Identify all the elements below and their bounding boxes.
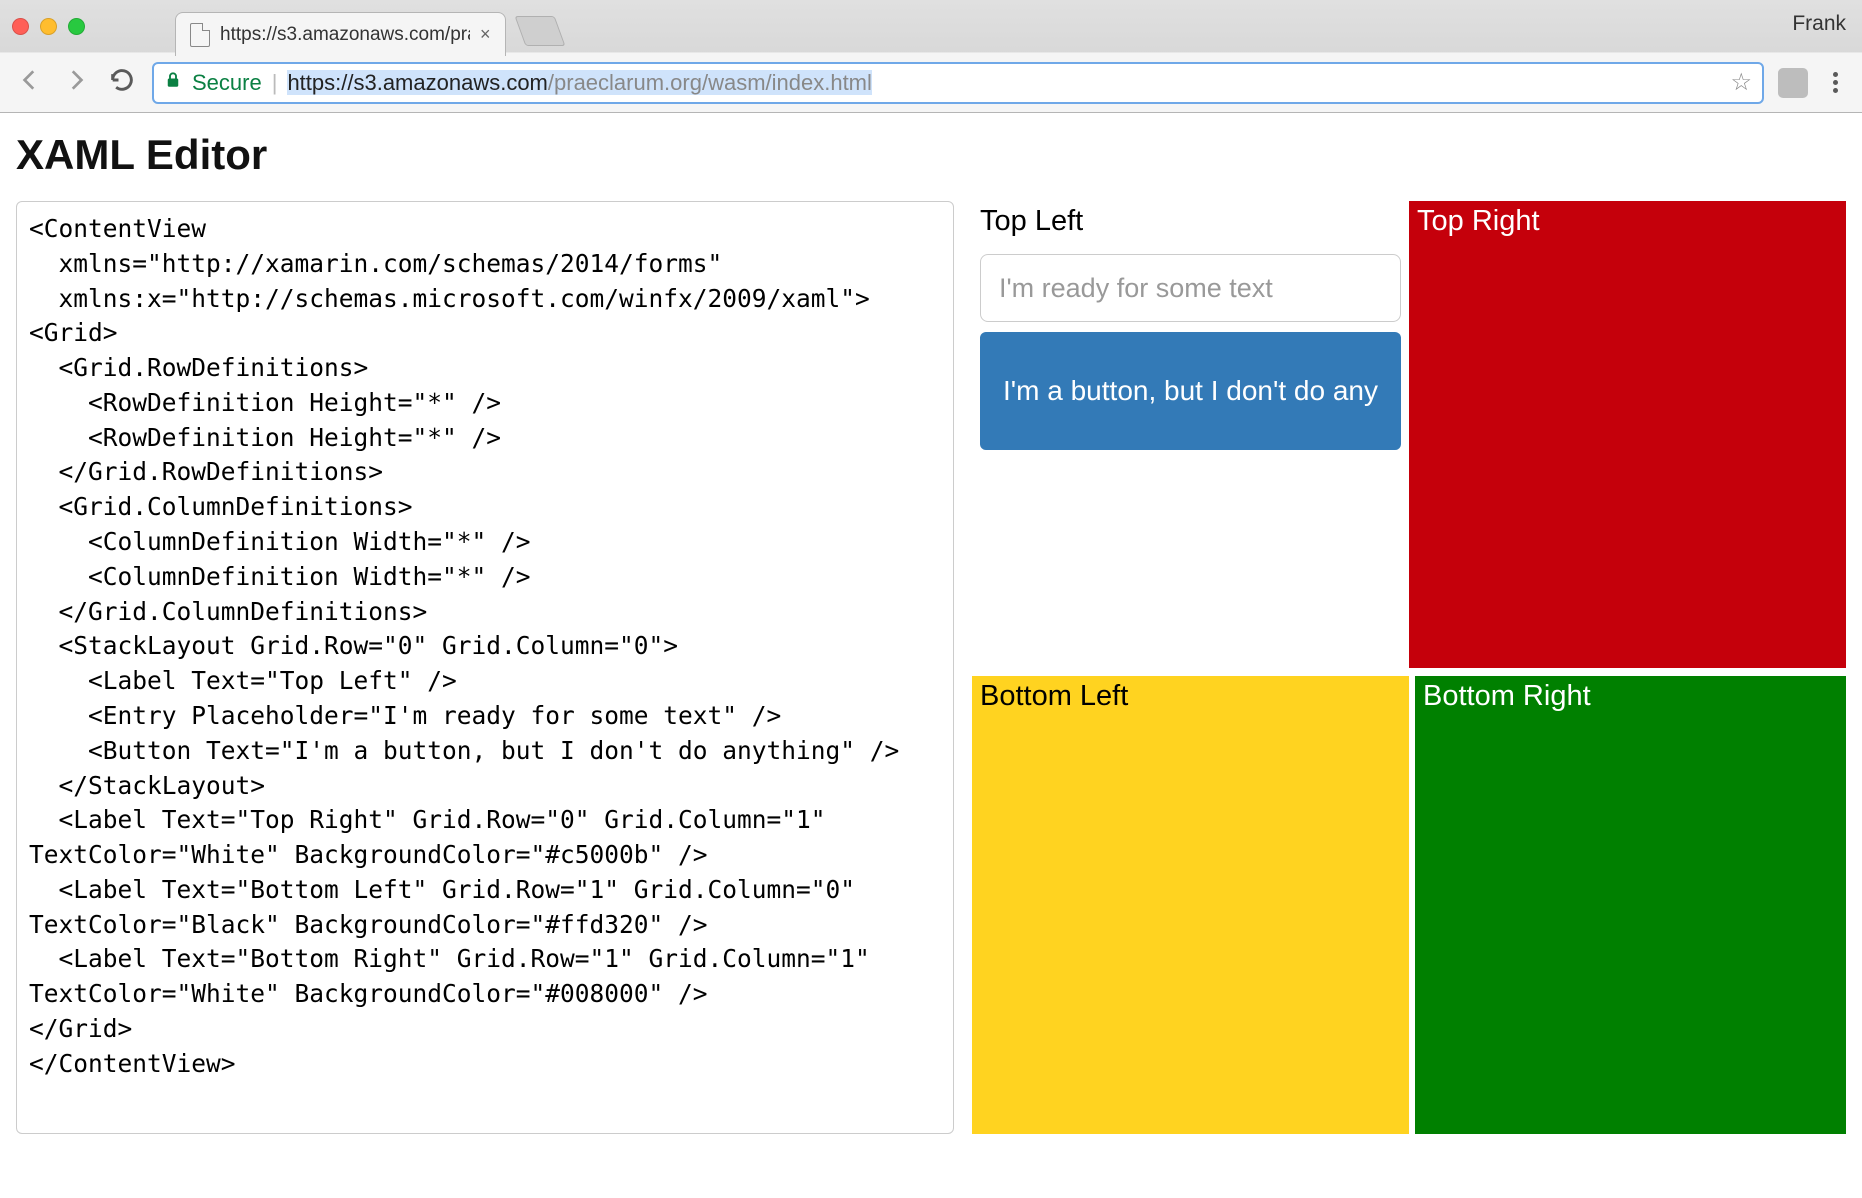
forward-button[interactable] (60, 67, 92, 98)
file-icon (190, 23, 210, 47)
tab-bar: https://s3.amazonaws.com/pra × Frank (0, 0, 1862, 52)
grid-cell-bottom-left: Bottom Left (972, 676, 1409, 1135)
url-path: /praeclarum.org/wasm/index.html (548, 70, 872, 95)
url-text: https://s3.amazonaws.com/praeclarum.org/… (287, 70, 871, 96)
grid-cell-top-left: Top Left I'm a button, but I don't do an… (972, 201, 1409, 668)
maximize-window-icon[interactable] (68, 18, 85, 35)
reload-button[interactable] (106, 66, 138, 99)
page-title: XAML Editor (16, 131, 1846, 179)
profile-name[interactable]: Frank (1792, 12, 1846, 36)
top-left-label: Top Left (980, 205, 1401, 238)
browser-tab[interactable]: https://s3.amazonaws.com/pra × (175, 12, 506, 56)
grid-cell-bottom-right: Bottom Right (1415, 676, 1846, 1135)
top-right-label: Top Right (1417, 205, 1838, 238)
page-content: XAML Editor <ContentView xmlns="http://x… (0, 113, 1862, 1141)
preview-grid: Top Left I'm a button, but I don't do an… (972, 201, 1846, 1134)
secure-label: Secure (192, 70, 262, 96)
url-host: https://s3.amazonaws.com (287, 70, 547, 95)
kebab-menu-icon[interactable] (1822, 72, 1848, 93)
address-divider: | (272, 70, 278, 96)
bottom-right-label: Bottom Right (1423, 680, 1838, 713)
window-controls (12, 18, 85, 35)
close-tab-icon[interactable]: × (480, 24, 491, 45)
extension-icon[interactable] (1778, 68, 1808, 98)
bookmark-star-icon[interactable]: ☆ (1730, 68, 1752, 97)
browser-chrome: https://s3.amazonaws.com/pra × Frank Sec… (0, 0, 1862, 113)
xaml-code-editor[interactable]: <ContentView xmlns="http://xamarin.com/s… (16, 201, 954, 1134)
grid-cell-top-right: Top Right (1409, 201, 1846, 668)
workspace: <ContentView xmlns="http://xamarin.com/s… (16, 201, 1846, 1141)
browser-toolbar: Secure | https://s3.amazonaws.com/praecl… (0, 52, 1862, 112)
entry-input[interactable] (980, 254, 1401, 322)
new-tab-button[interactable] (514, 16, 565, 46)
bottom-left-label: Bottom Left (980, 680, 1401, 713)
tab-title: https://s3.amazonaws.com/pra (220, 24, 470, 46)
close-window-icon[interactable] (12, 18, 29, 35)
address-bar[interactable]: Secure | https://s3.amazonaws.com/praecl… (152, 62, 1764, 104)
back-button[interactable] (14, 67, 46, 98)
demo-button[interactable]: I'm a button, but I don't do any (980, 332, 1401, 450)
minimize-window-icon[interactable] (40, 18, 57, 35)
lock-icon (164, 70, 182, 95)
